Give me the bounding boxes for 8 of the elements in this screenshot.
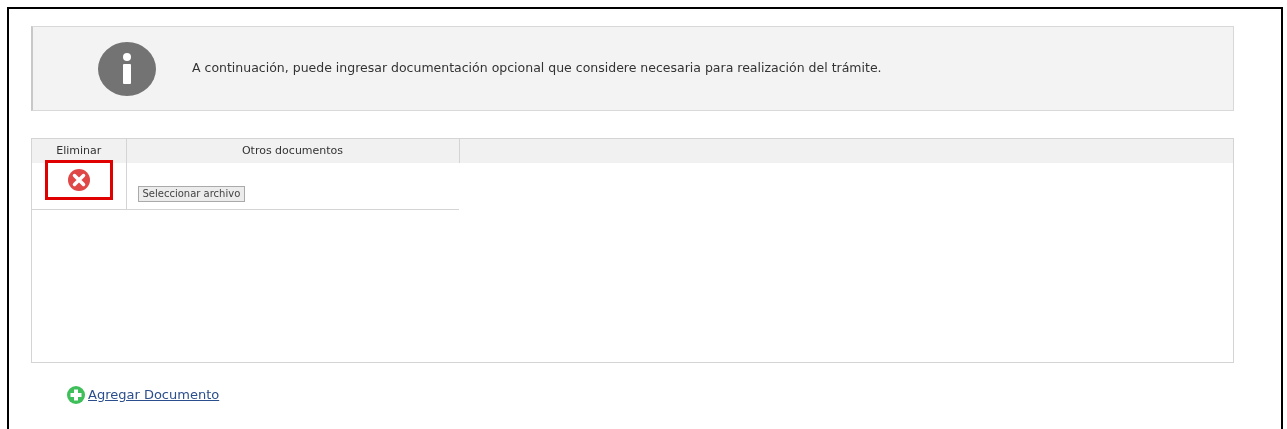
file-select-button[interactable]: Seleccionar archivo bbox=[137, 186, 246, 202]
delete-icon[interactable] bbox=[67, 169, 90, 191]
add-icon bbox=[67, 385, 85, 404]
info-icon bbox=[98, 41, 156, 96]
column-header: Eliminar bbox=[32, 139, 126, 163]
add-document-link[interactable]: Agregar Documento bbox=[88, 385, 220, 405]
column-header: Otros documentos bbox=[126, 139, 459, 163]
info-message: A continuación, puede ingresar documentación opcional que considere necesaria para realización del trámite. bbox=[192, 59, 882, 78]
